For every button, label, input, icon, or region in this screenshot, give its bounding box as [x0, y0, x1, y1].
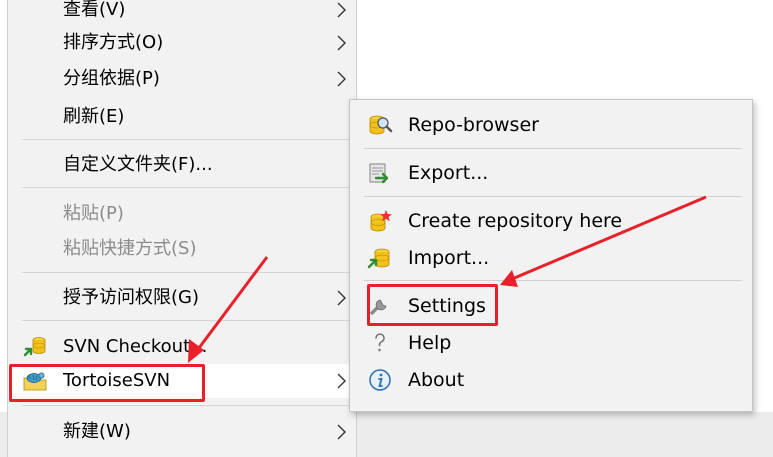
- menu-item-label: 新建(W): [63, 421, 131, 442]
- submenu-item-repo-browser[interactable]: Repo-browser: [350, 107, 752, 143]
- menu-item-tortoisesvn[interactable]: TortoiseSVN: [8, 364, 356, 398]
- desktop-context-menu: 查看(V) 排序方式(O) 分组依据(P) 刷新(E) 自定义文件夹(F)...…: [7, 0, 357, 457]
- menu-separator: [364, 280, 742, 281]
- about-icon: [367, 368, 393, 392]
- menu-item-refresh[interactable]: 刷新(E): [8, 100, 356, 134]
- menu-separator: [22, 139, 352, 140]
- menu-item-label: SVN Checkout...: [63, 336, 208, 357]
- chevron-right-icon: [332, 289, 350, 307]
- menu-separator: [364, 148, 742, 149]
- chevron-right-icon: [332, 70, 350, 88]
- menu-item-give-access[interactable]: 授予访问权限(G): [8, 281, 356, 315]
- chevron-right-icon: [332, 423, 350, 441]
- submenu-item-label: Repo-browser: [408, 114, 539, 136]
- tortoisesvn-submenu: Repo-browser Export... Create repository…: [349, 99, 753, 412]
- menu-item-label: 粘贴(P): [63, 203, 124, 224]
- repo-browser-icon: [367, 113, 393, 137]
- menu-item-label: 分组依据(P): [63, 68, 160, 89]
- menu-item-sort-by[interactable]: 排序方式(O): [8, 26, 356, 60]
- submenu-item-label: Settings: [408, 295, 486, 317]
- help-icon: [367, 331, 393, 355]
- submenu-item-create-repository[interactable]: Create repository here: [350, 203, 752, 239]
- submenu-item-label: Export...: [408, 162, 489, 184]
- menu-separator: [22, 272, 352, 273]
- menu-item-label: 查看(V): [63, 0, 126, 20]
- submenu-item-help[interactable]: Help: [350, 325, 752, 361]
- chevron-right-icon: [332, 1, 350, 19]
- submenu-item-settings[interactable]: Settings: [350, 288, 752, 324]
- menu-item-view[interactable]: 查看(V): [8, 0, 356, 27]
- export-icon: [367, 161, 393, 185]
- submenu-item-about[interactable]: About: [350, 362, 752, 398]
- menu-item-svn-checkout[interactable]: SVN Checkout...: [8, 330, 356, 364]
- menu-item-label: 粘贴快捷方式(S): [63, 238, 197, 259]
- tortoisesvn-icon: [22, 369, 48, 393]
- menu-item-customize-folder[interactable]: 自定义文件夹(F)...: [8, 148, 356, 182]
- menu-item-paste: 粘贴(P): [8, 197, 356, 231]
- chevron-right-icon: [332, 34, 350, 52]
- menu-separator: [22, 187, 352, 188]
- menu-item-label: 排序方式(O): [63, 32, 164, 53]
- menu-item-paste-shortcut: 粘贴快捷方式(S): [8, 232, 356, 266]
- submenu-item-import[interactable]: Import...: [350, 240, 752, 276]
- menu-item-group-by[interactable]: 分组依据(P): [8, 62, 356, 96]
- submenu-item-label: Help: [408, 332, 452, 354]
- menu-separator: [364, 196, 742, 197]
- submenu-item-label: Import...: [408, 247, 490, 269]
- submenu-item-label: About: [408, 369, 465, 391]
- menu-item-label: 授予访问权限(G): [63, 287, 199, 308]
- menu-item-label: 刷新(E): [63, 106, 125, 127]
- menu-item-new[interactable]: 新建(W): [8, 415, 356, 449]
- chevron-right-icon: [332, 372, 350, 390]
- settings-wrench-icon: [367, 294, 393, 318]
- menu-item-label: TortoiseSVN: [63, 370, 171, 391]
- import-icon: [367, 246, 393, 270]
- submenu-item-export[interactable]: Export...: [350, 155, 752, 191]
- menu-separator: [22, 405, 352, 406]
- menu-separator: [22, 320, 352, 321]
- create-repository-icon: [367, 209, 393, 233]
- submenu-item-label: Create repository here: [408, 210, 623, 232]
- svn-checkout-icon: [22, 335, 48, 359]
- menu-item-label: 自定义文件夹(F)...: [63, 154, 213, 175]
